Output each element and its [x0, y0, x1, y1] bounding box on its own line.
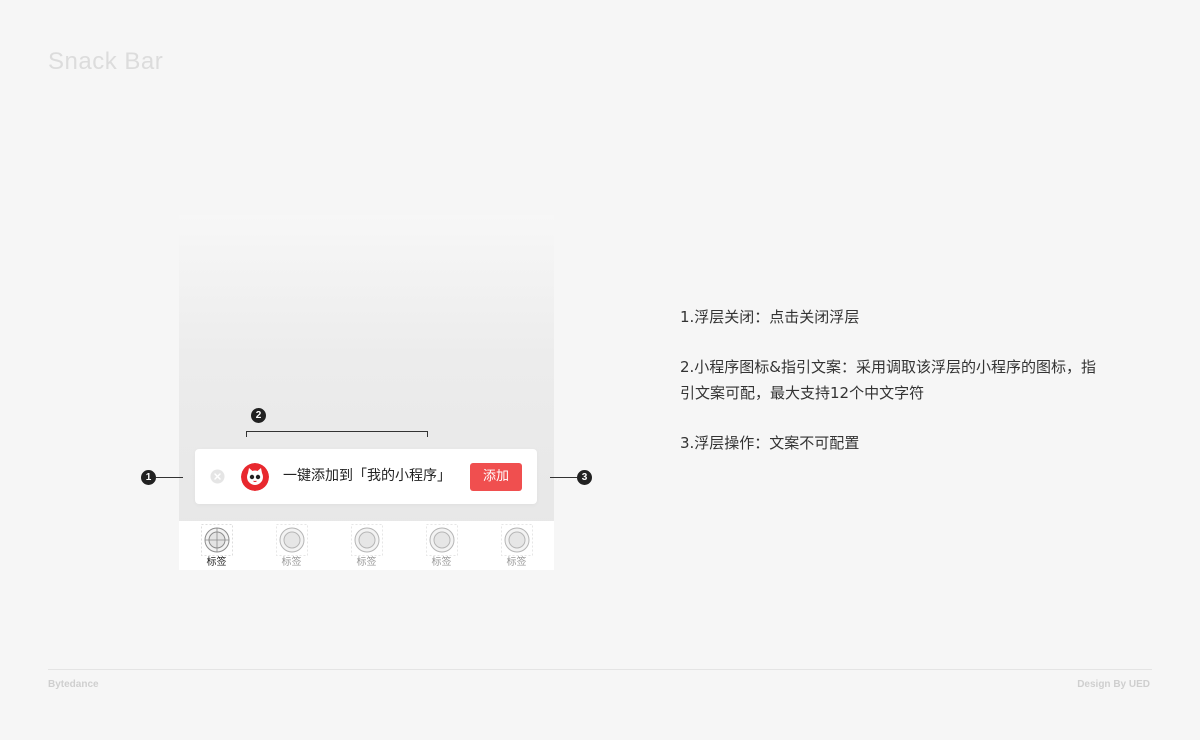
annotation-leader-1	[156, 477, 183, 478]
annotation-marker-3: 3	[577, 470, 592, 485]
tab-label: 标签	[356, 557, 377, 568]
tab-item-5[interactable]: 标签	[479, 521, 554, 570]
tab-item-1[interactable]: 标签	[179, 521, 254, 570]
page-title: Snack Bar	[48, 48, 164, 75]
snack-bar-message: 一键添加到「我的小程序」	[283, 468, 451, 484]
tab-placeholder-icon	[500, 524, 533, 556]
tab-placeholder-icon	[425, 524, 458, 556]
tab-label: 标签	[206, 557, 227, 568]
tab-placeholder-icon	[275, 524, 308, 556]
phone-mockup: 标签 标签 标签 标签 标签	[179, 215, 554, 570]
tab-placeholder-icon	[200, 524, 233, 556]
annotation-bracket-2-right	[427, 431, 428, 437]
annotation-bracket-2	[246, 431, 428, 432]
annotation-marker-1: 1	[141, 470, 156, 485]
tab-item-2[interactable]: 标签	[254, 521, 329, 570]
close-circle-icon[interactable]	[210, 469, 225, 484]
annotation-bracket-2-left	[246, 431, 247, 437]
add-button[interactable]: 添加	[470, 463, 522, 491]
cat-logo-icon	[241, 463, 269, 491]
tab-label: 标签	[431, 557, 452, 568]
annotation-notes: 1.浮层关闭：点击关闭浮层 2.小程序图标&指引文案：采用调取该浮层的小程序的图…	[680, 304, 1100, 480]
annotation-marker-2: 2	[251, 408, 266, 423]
tab-item-3[interactable]: 标签	[329, 521, 404, 570]
tab-label: 标签	[506, 557, 527, 568]
footer-brand: Bytedance	[48, 679, 99, 690]
annotation-leader-3	[550, 477, 577, 478]
annotation-note-2: 2.小程序图标&指引文案：采用调取该浮层的小程序的图标，指引文案可配，最大支持1…	[680, 358, 1097, 402]
tab-label: 标签	[281, 557, 302, 568]
footer-divider	[48, 669, 1152, 670]
annotation-note-1: 1.浮层关闭：点击关闭浮层	[680, 308, 860, 326]
snack-bar: 一键添加到「我的小程序」 添加	[195, 449, 537, 504]
tab-placeholder-icon	[350, 524, 383, 556]
footer-credit: Design By UED	[1077, 679, 1150, 690]
tab-item-4[interactable]: 标签	[404, 521, 479, 570]
annotation-note-3: 3.浮层操作：文案不可配置	[680, 434, 860, 452]
tab-bar: 标签 标签 标签 标签 标签	[179, 521, 554, 570]
